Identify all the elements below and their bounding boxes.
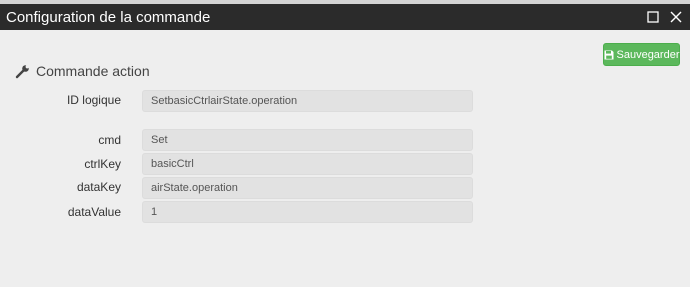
logical-id-label: ID logique [66, 93, 121, 107]
section-title: Commande action [36, 63, 150, 79]
section-header: Commande action [15, 62, 150, 80]
dialog-body: Sauvegarder Commande action ID logique c… [0, 30, 690, 287]
cmd-field[interactable] [142, 129, 473, 151]
data-key-field[interactable] [142, 177, 473, 199]
data-value-label: dataValue [67, 205, 121, 219]
data-value-field[interactable] [142, 201, 473, 223]
logical-id-field[interactable] [142, 90, 473, 112]
save-button-label: Sauvegarder [616, 48, 680, 61]
floppy-disk-icon [604, 50, 614, 60]
ctrl-key-field[interactable] [142, 153, 473, 175]
data-key-label: dataKey [76, 180, 121, 194]
dialog-titlebar[interactable]: Configuration de la commande [0, 4, 690, 30]
dialog-title: Configuration de la commande [6, 9, 211, 26]
wrench-icon [15, 64, 30, 79]
close-icon[interactable] [668, 9, 684, 25]
save-button[interactable]: Sauvegarder [603, 43, 680, 66]
ctrl-key-label: ctrlKey [84, 157, 121, 171]
cmd-label: cmd [98, 133, 121, 147]
maximize-icon[interactable] [645, 9, 661, 25]
